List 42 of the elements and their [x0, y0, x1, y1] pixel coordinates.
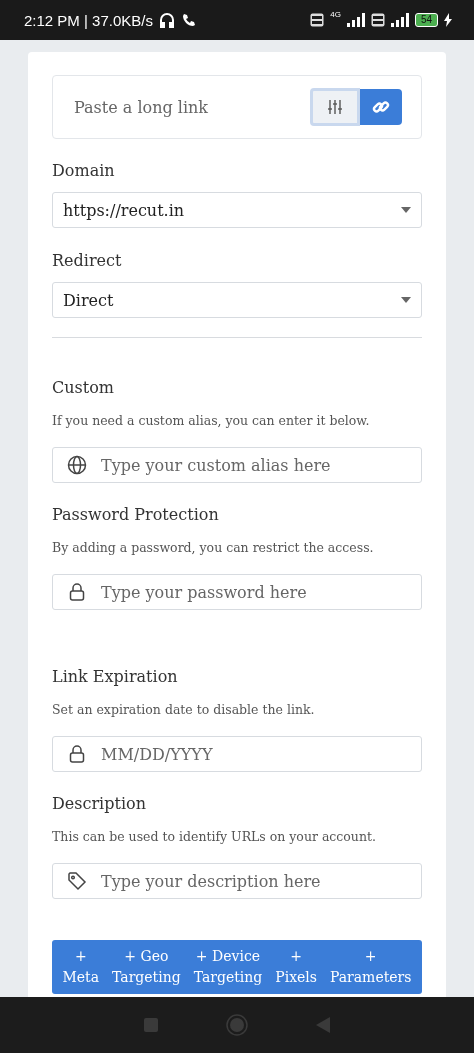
back-icon[interactable] [316, 1017, 330, 1033]
call-icon [180, 12, 197, 28]
status-time: 2:12 PM | 37.0KB/s [24, 11, 153, 29]
input-field[interactable]: Type your custom alias here [52, 447, 422, 483]
caret-icon [401, 207, 411, 213]
field-label: Domain [52, 161, 116, 180]
section-title: Link Expiration [52, 667, 179, 686]
help-text: By adding a password, you can restrict the access. [52, 540, 375, 555]
shorten-button[interactable] [360, 89, 402, 125]
recent-apps-icon[interactable] [144, 1018, 158, 1032]
option-tab[interactable]: + Geo Targeting [110, 946, 183, 988]
settings-button[interactable] [310, 88, 360, 126]
option-tab[interactable]: + Device Targeting [191, 946, 265, 988]
signal-icon [390, 13, 409, 27]
help-text: This can be used to identify URLs on your account. [52, 829, 377, 844]
headphones-icon [158, 12, 175, 28]
option-tab[interactable]: + Meta [60, 946, 102, 988]
lock-icon [67, 582, 87, 602]
input-field[interactable]: MM/DD/YYYY [52, 736, 422, 772]
section-title: Password Protection [52, 505, 220, 524]
home-icon[interactable] [226, 1014, 248, 1036]
network-type: 4G [330, 10, 341, 19]
input-field[interactable]: Type your description here [52, 863, 422, 899]
option-tab[interactable]: + Parameters [327, 946, 414, 988]
globe-icon [67, 455, 87, 475]
charging-icon [444, 13, 452, 27]
section-title: Custom [52, 378, 115, 397]
tag-icon [67, 871, 87, 891]
select-field[interactable]: https://recut.in [52, 192, 422, 228]
field-label: Redirect [52, 251, 123, 270]
lock-icon [67, 744, 87, 764]
input-field[interactable]: Type your password here [52, 574, 422, 610]
select-field[interactable]: Direct [52, 282, 422, 318]
link-icon [372, 98, 390, 116]
sliders-icon [327, 99, 343, 115]
section-title: Description [52, 794, 147, 813]
help-text: Set an expiration date to disable the link. [52, 702, 316, 717]
help-text: If you need a custom alias, you can enter it below. [52, 413, 371, 428]
caret-icon [401, 297, 411, 303]
option-tab[interactable]: + Pixels [273, 946, 319, 988]
signal-icon [346, 13, 365, 27]
battery-level: 54 [414, 13, 438, 27]
